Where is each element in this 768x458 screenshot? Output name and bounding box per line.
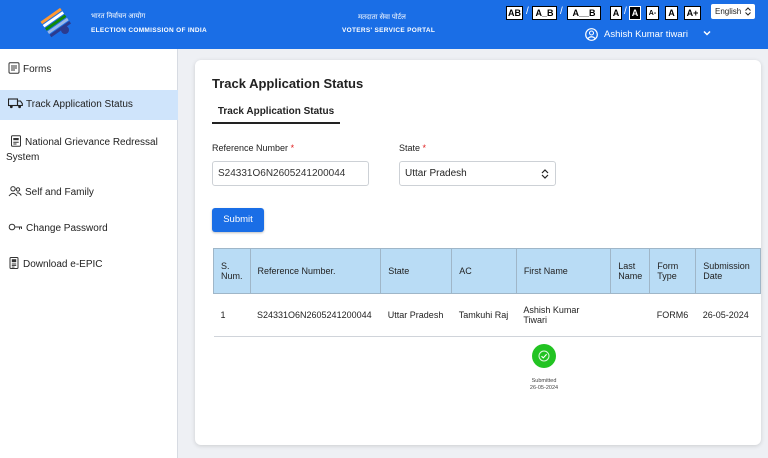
reference-number-input[interactable]: S24331O6N2605241200044	[212, 161, 369, 186]
state-select[interactable]: Uttar Pradesh	[399, 161, 556, 186]
col-header-submission-date: Submission Date	[695, 248, 761, 294]
status-table: S. Num. Reference Number. State AC First…	[213, 248, 761, 337]
sidebar-item-forms[interactable]: Forms	[0, 62, 178, 75]
table-header-row: S. Num. Reference Number. State AC First…	[213, 248, 761, 294]
col-header-last-name: Last Name	[610, 248, 651, 294]
eci-logo[interactable]	[38, 6, 74, 40]
sidebar-item-label: Download e-EPIC	[23, 259, 103, 270]
tab-track-application-status[interactable]: Track Application Status	[212, 106, 340, 124]
sidebar-item-track-application[interactable]: Track Application Status	[0, 90, 178, 120]
state-label: State *	[399, 143, 426, 153]
epic-card-icon	[9, 257, 19, 269]
increase-font-button[interactable]: A+	[684, 6, 701, 20]
sidebar: Forms Track Application Status National …	[0, 49, 178, 458]
large-spacing-button[interactable]: A__B	[567, 6, 601, 20]
medium-spacing-button[interactable]: A_B	[532, 6, 557, 20]
reference-number-label: Reference Number *	[212, 143, 294, 153]
user-name[interactable]: Ashish Kumar tiwari	[604, 29, 688, 40]
status-indicator[interactable]	[532, 344, 556, 368]
sidebar-item-label: Change Password	[26, 223, 108, 234]
sidebar-item-label: Self and Family	[25, 187, 94, 198]
state-label-text: State	[399, 143, 421, 153]
sidebar-item-download-epic[interactable]: Download e-EPIC	[0, 257, 178, 270]
reference-label-text: Reference Number	[212, 143, 289, 153]
chevron-down-icon[interactable]	[703, 29, 711, 37]
cell-submission-date: 26-05-2024	[695, 293, 761, 337]
cell-state: Uttar Pradesh	[380, 293, 452, 337]
col-header-ac: AC	[451, 248, 517, 294]
decrease-font-button[interactable]: A-	[646, 6, 659, 20]
normal-spacing-button[interactable]: AB	[506, 6, 523, 20]
grievance-icon	[11, 135, 21, 147]
status-label: Submitted 26-05-2024	[517, 378, 571, 392]
sidebar-item-self-family[interactable]: Self and Family	[0, 185, 178, 198]
normal-contrast-button[interactable]: A	[610, 6, 622, 20]
select-arrows-icon	[541, 169, 549, 179]
check-circle-icon	[538, 350, 550, 362]
status-date: 26-05-2024	[529, 385, 559, 391]
sidebar-item-grievance[interactable]: National Grievance Redressal System	[0, 135, 178, 165]
portal-name-hindi: मतदाता सेवा पोर्टल	[358, 14, 406, 21]
form-icon	[8, 62, 20, 74]
required-mark: *	[290, 143, 295, 153]
language-select[interactable]: English	[711, 4, 755, 19]
sidebar-item-label: Forms	[23, 64, 52, 75]
sidebar-item-label: National Grievance Redressal	[25, 137, 158, 148]
cell-last-name	[610, 293, 650, 337]
top-header: भारत निर्वाचन आयोग ELECTION COMMISSION O…	[0, 0, 768, 49]
cell-form-type: FORM6	[649, 293, 696, 337]
org-name-hindi: भारत निर्वाचन आयोग	[91, 13, 146, 20]
portal-name-english: VOTERS' SERVICE PORTAL	[342, 27, 436, 34]
sidebar-item-label: Track Application Status	[26, 99, 133, 110]
truck-icon	[8, 98, 23, 109]
family-icon	[8, 186, 22, 197]
sidebar-item-change-password[interactable]: Change Password	[0, 221, 178, 234]
status-text: Submitted	[531, 378, 557, 384]
user-account-icon[interactable]	[585, 28, 598, 41]
col-header-form-type: Form Type	[649, 248, 697, 294]
state-value: Uttar Pradesh	[405, 168, 467, 179]
cell-first-name: Ashish Kumar Tiwari	[516, 293, 611, 337]
key-icon	[8, 223, 22, 231]
select-arrows-icon	[745, 7, 751, 16]
separator: /	[560, 6, 563, 17]
required-mark: *	[422, 143, 427, 153]
cell-ac: Tamkuhi Raj	[451, 293, 517, 337]
cell-sno: 1	[213, 293, 250, 337]
submit-button[interactable]: Submit	[212, 208, 264, 232]
col-header-state: State	[380, 248, 453, 294]
high-contrast-button[interactable]: A	[629, 6, 641, 20]
separator: /	[624, 6, 627, 17]
language-value: English	[715, 7, 742, 16]
cell-reference: S24331O6N2605241200044	[250, 293, 381, 337]
table-row[interactable]: 1 S24331O6N2605241200044 Uttar Pradesh T…	[213, 293, 761, 337]
org-name-english: ELECTION COMMISSION OF INDIA	[91, 27, 208, 34]
col-header-sno: S. Num.	[213, 248, 251, 294]
col-header-reference: Reference Number.	[249, 248, 382, 294]
normal-font-button[interactable]: A	[665, 6, 678, 20]
page-title: Track Application Status	[212, 76, 364, 91]
track-status-card: Track Application Status Track Applicati…	[195, 60, 761, 445]
separator: /	[526, 6, 529, 17]
sidebar-item-label-line2: System	[6, 152, 40, 163]
col-header-first-name: First Name	[515, 248, 612, 294]
